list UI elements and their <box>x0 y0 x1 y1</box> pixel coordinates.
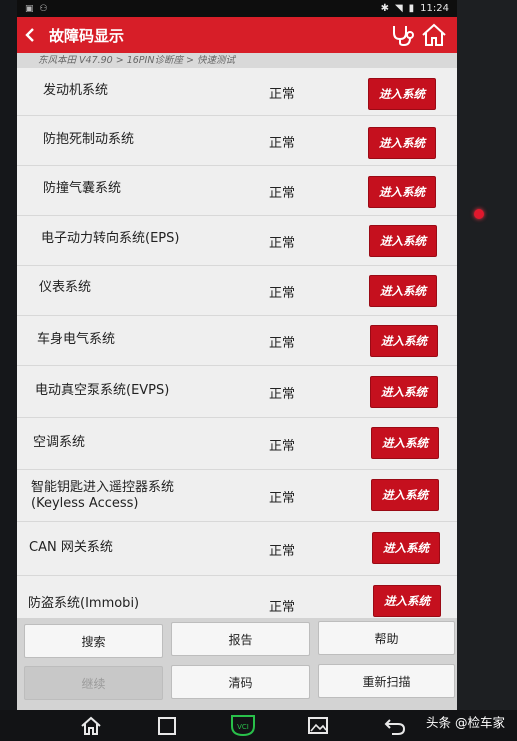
clear-codes-button[interactable]: 清码 <box>171 665 310 699</box>
system-status: 正常 <box>269 286 296 301</box>
system-name: 防抱死制动系统 <box>43 132 135 147</box>
system-status: 正常 <box>269 336 296 351</box>
enter-system-button[interactable]: 进入系统 <box>368 78 436 110</box>
help-button[interactable]: 帮助 <box>318 621 455 655</box>
list-item: 防抱死制动系统 正常 进入系统 <box>17 116 457 166</box>
system-name: 发动机系统 <box>43 83 109 98</box>
watermark: 头条 @检车家 <box>426 715 505 730</box>
system-name: 空调系统 <box>33 435 86 450</box>
system-name: 电动真空泵系统(EVPS) <box>35 383 170 398</box>
system-status: 正常 <box>269 186 296 201</box>
list-item: 防撞气囊系统 正常 进入系统 <box>17 166 457 216</box>
system-status: 正常 <box>269 491 296 506</box>
system-status: 正常 <box>269 544 296 559</box>
screenshot-icon[interactable] <box>307 715 329 737</box>
list-item: 智能钥匙进入遥控器系统 (Keyless Access) 正常 进入系统 <box>17 470 457 522</box>
enter-system-button[interactable]: 进入系统 <box>371 479 439 511</box>
enter-system-button[interactable]: 进入系统 <box>371 427 439 459</box>
status-time: 11:24 <box>420 3 449 14</box>
list-item: 空调系统 正常 进入系统 <box>17 418 457 470</box>
page-title: 故障码显示 <box>49 26 125 45</box>
system-name: 电子动力转向系统(EPS) <box>41 231 180 246</box>
header: 故障码显示 <box>17 17 457 53</box>
enter-system-button[interactable]: 进入系统 <box>368 127 436 159</box>
list-item: 电子动力转向系统(EPS) 正常 进入系统 <box>17 216 457 266</box>
vci-icon[interactable]: VCI <box>228 713 258 739</box>
system-name-line: (Keyless Access) <box>31 496 139 512</box>
device-bezel <box>456 0 517 741</box>
breadcrumb: 东风本田 V47.90 > 16PIN诊断座 > 快速测试 <box>17 53 457 68</box>
battery-icon: ▮ <box>408 3 415 14</box>
chevron-left-icon <box>25 28 34 42</box>
list-item: 发动机系统 正常 进入系统 <box>17 68 457 116</box>
system-status: 正常 <box>269 387 296 402</box>
system-status: 正常 <box>269 236 296 251</box>
list-item: 防盗系统(Immobi) 正常 进入系统 <box>17 576 457 622</box>
system-status: 正常 <box>269 600 296 615</box>
enter-system-button[interactable]: 进入系统 <box>372 532 440 564</box>
list-item: 车身电气系统 正常 进入系统 <box>17 316 457 366</box>
wifi-icon: ◥ <box>394 3 403 14</box>
enter-system-button[interactable]: 进入系统 <box>370 325 438 357</box>
system-name: 防盗系统(Immobi) <box>28 596 140 611</box>
search-button[interactable]: 搜索 <box>24 624 163 658</box>
system-status: 正常 <box>269 136 296 151</box>
stethoscope-icon[interactable] <box>389 23 415 47</box>
enter-system-button[interactable]: 进入系统 <box>373 585 441 617</box>
bluetooth-icon: ✱ <box>380 3 389 14</box>
rescan-button[interactable]: 重新扫描 <box>318 664 455 698</box>
system-name: CAN 网关系统 <box>29 540 113 555</box>
list-item: 电动真空泵系统(EVPS) 正常 进入系统 <box>17 366 457 418</box>
back-arrow-icon[interactable] <box>383 715 407 737</box>
enter-system-button[interactable]: 进入系统 <box>370 376 438 408</box>
system-name: 仪表系统 <box>39 280 92 295</box>
enter-system-button[interactable]: 进入系统 <box>369 225 437 257</box>
recent-apps-icon[interactable] <box>157 715 177 737</box>
usb-icon: ⚇ <box>39 3 48 14</box>
system-status: 正常 <box>269 439 296 454</box>
bottom-toolbar: 搜索 报告 帮助 继续 清码 重新扫描 <box>17 618 457 710</box>
enter-system-button[interactable]: 进入系统 <box>369 275 437 307</box>
enter-system-button[interactable]: 进入系统 <box>368 176 436 208</box>
list-item: CAN 网关系统 正常 进入系统 <box>17 522 457 576</box>
screen: ▣ ⚇ ✱ ◥ ▮ 11:24 故障码显示 东风本田 V47.90 > 16PI… <box>17 0 457 710</box>
device-led <box>474 209 484 219</box>
system-name: 智能钥匙进入遥控器系统 (Keyless Access) <box>31 480 174 513</box>
vci-label: VCI <box>237 723 249 731</box>
system-status: 正常 <box>269 87 296 102</box>
list-item: 仪表系统 正常 进入系统 <box>17 266 457 316</box>
continue-button[interactable]: 继续 <box>24 666 163 700</box>
system-name: 车身电气系统 <box>37 332 116 347</box>
home-icon[interactable] <box>421 23 447 47</box>
home-icon[interactable] <box>80 715 102 737</box>
status-bar: ▣ ⚇ ✱ ◥ ▮ 11:24 <box>17 0 457 17</box>
notification-icon: ▣ <box>25 3 34 14</box>
system-name: 防撞气囊系统 <box>43 181 122 196</box>
back-button[interactable] <box>17 17 43 53</box>
report-button[interactable]: 报告 <box>171 622 310 656</box>
system-name-line: 智能钥匙进入遥控器系统 <box>31 480 175 495</box>
